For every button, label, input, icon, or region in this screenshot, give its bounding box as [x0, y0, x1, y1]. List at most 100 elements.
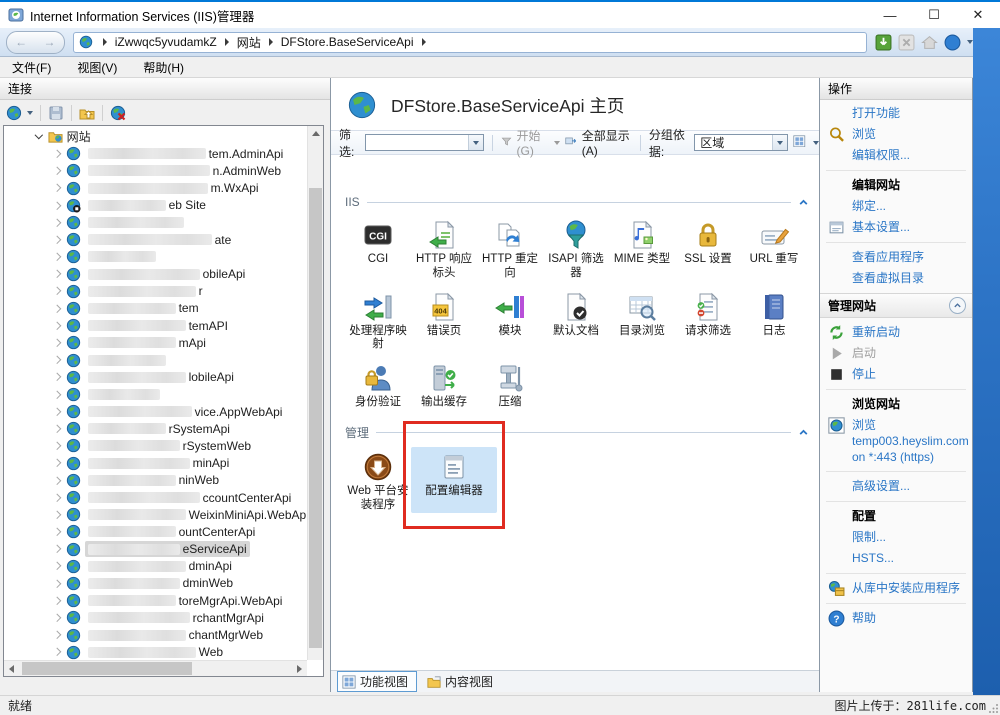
tree-item[interactable]: [4, 248, 307, 265]
group-by-select[interactable]: 区域: [694, 134, 788, 151]
view-dropdown-icon[interactable]: [813, 141, 819, 145]
collapsed-chevron-icon[interactable]: [53, 253, 61, 261]
feature-SSL 设置[interactable]: SSL 设置: [675, 219, 741, 281]
close-button[interactable]: ✕: [956, 2, 1000, 28]
collapsed-chevron-icon[interactable]: [53, 150, 61, 158]
tree-item[interactable]: WeixinMiniApi.WebApi: [4, 506, 307, 523]
tree-item[interactable]: [4, 386, 307, 403]
feature-输出缓存[interactable]: 输出缓存: [411, 362, 477, 410]
back-arrow-icon[interactable]: ←: [15, 35, 27, 49]
launch-green-icon[interactable]: [875, 34, 892, 51]
collapse-chevron-icon[interactable]: [949, 297, 966, 314]
tree-item[interactable]: minApi: [4, 455, 307, 472]
collapsed-chevron-icon[interactable]: [53, 184, 61, 192]
action-编辑权限...[interactable]: 编辑权限...: [820, 145, 972, 166]
scroll-thumb[interactable]: [22, 662, 192, 675]
collapsed-chevron-icon[interactable]: [53, 442, 61, 450]
scroll-left-arrow[interactable]: [4, 661, 19, 676]
feature-日志[interactable]: 日志: [741, 291, 807, 353]
back-forward-buttons[interactable]: ← →: [6, 31, 65, 54]
tree-item[interactable]: tem: [4, 300, 307, 317]
scroll-thumb[interactable]: [309, 188, 322, 648]
tree-item[interactable]: ninWeb: [4, 472, 307, 489]
tree-item[interactable]: [4, 351, 307, 368]
up-folder-icon[interactable]: [79, 105, 95, 121]
maximize-button[interactable]: ☐: [912, 2, 956, 28]
feature-Web 平台安装程序[interactable]: Web 平台安装程序: [345, 451, 411, 513]
tree-item[interactable]: mApi: [4, 334, 307, 351]
collapsed-chevron-icon[interactable]: [53, 511, 61, 519]
feature-MIME 类型[interactable]: MIME 类型: [609, 219, 675, 281]
collapsed-chevron-icon[interactable]: [53, 322, 61, 330]
action-停止[interactable]: 停止: [820, 364, 972, 385]
combo-arrow-icon[interactable]: [772, 135, 787, 150]
collapsed-chevron-icon[interactable]: [53, 219, 61, 227]
collapsed-chevron-icon[interactable]: [53, 580, 61, 588]
collapsed-chevron-icon[interactable]: [53, 305, 61, 313]
collapse-chevron-icon[interactable]: [798, 197, 809, 208]
action-重新启动[interactable]: 重新启动: [820, 322, 972, 343]
tree-item[interactable]: n.AdminWeb: [4, 162, 307, 179]
tree-item-sites-root[interactable]: 网站: [4, 128, 307, 145]
collapsed-chevron-icon[interactable]: [53, 631, 61, 639]
action-浏览[interactable]: 浏览: [820, 124, 972, 145]
collapsed-chevron-icon[interactable]: [53, 425, 61, 433]
breadcrumb-segment[interactable]: DFStore.BaseServiceApi: [281, 35, 414, 49]
collapsed-chevron-icon[interactable]: [53, 373, 61, 381]
collapsed-chevron-icon[interactable]: [53, 339, 61, 347]
breadcrumb-segment[interactable]: iZwwqc5yvudamkZ: [115, 35, 217, 49]
go-dropdown-icon[interactable]: [554, 141, 560, 145]
feature-HTTP 响应标头[interactable]: HTTP 响应标头: [411, 219, 477, 281]
minimize-button[interactable]: —: [868, 2, 912, 28]
collapsed-chevron-icon[interactable]: [53, 390, 61, 398]
menu-文件(F)[interactable]: 文件(F): [12, 59, 51, 76]
tree-item[interactable]: eb Site: [4, 197, 307, 214]
tree-item[interactable]: dminApi: [4, 558, 307, 575]
feature-请求筛选[interactable]: 请求筛选: [675, 291, 741, 353]
tree-item[interactable]: dminWeb: [4, 575, 307, 592]
tree-item[interactable]: [4, 214, 307, 231]
action-高级设置...[interactable]: 高级设置...: [820, 476, 972, 497]
tree-item[interactable]: lobileApi: [4, 369, 307, 386]
tree-item[interactable]: rSystemApi: [4, 420, 307, 437]
feature-CGI[interactable]: CGICGI: [345, 219, 411, 281]
action-基本设置...[interactable]: 基本设置...: [820, 217, 972, 238]
stop-disabled-icon[interactable]: [898, 34, 915, 51]
tree-item[interactable]: m.WxApi: [4, 180, 307, 197]
action-限制...[interactable]: 限制...: [820, 527, 972, 548]
collapsed-chevron-icon[interactable]: [53, 201, 61, 209]
collapsed-chevron-icon[interactable]: [53, 408, 61, 416]
collapsed-chevron-icon[interactable]: [53, 236, 61, 244]
tree-item[interactable]: chantMgrWeb: [4, 626, 307, 643]
home-disabled-icon[interactable]: [921, 34, 938, 51]
action-启动[interactable]: 启动: [820, 343, 972, 364]
scroll-right-arrow[interactable]: [292, 661, 307, 676]
section-header-管理网站[interactable]: 管理网站: [820, 293, 972, 318]
menu-视图(V)[interactable]: 视图(V): [77, 59, 117, 76]
tree-item[interactable]: vice.AppWebApi: [4, 403, 307, 420]
save-icon[interactable]: [48, 105, 64, 121]
tree-item[interactable]: tem.AdminApi: [4, 145, 307, 162]
action-查看应用程序[interactable]: 查看应用程序: [820, 247, 972, 268]
action-浏览 temp003.hey[interactable]: 浏览 temp003.heyslim.com on *:443 (https): [820, 415, 972, 467]
feature-ISAPI 筛选器[interactable]: ISAPI 筛选器: [543, 219, 609, 281]
scroll-up-arrow[interactable]: [308, 126, 323, 141]
collapsed-chevron-icon[interactable]: [53, 545, 61, 553]
filter-input[interactable]: [365, 134, 483, 151]
collapsed-chevron-icon[interactable]: [53, 597, 61, 605]
collapsed-chevron-icon[interactable]: [53, 270, 61, 278]
show-all-button[interactable]: 全部显示(A): [582, 127, 632, 158]
collapsed-chevron-icon[interactable]: [53, 356, 61, 364]
collapsed-chevron-icon[interactable]: [53, 614, 61, 622]
tree-item[interactable]: eServiceApi: [4, 541, 307, 558]
tree-vertical-scrollbar[interactable]: [307, 126, 323, 660]
collapsed-chevron-icon[interactable]: [53, 476, 61, 484]
action-从库中安装应用程序[interactable]: 从库中安装应用程序: [820, 578, 972, 599]
collapse-chevron-icon[interactable]: [798, 427, 809, 438]
action-绑定...[interactable]: 绑定...: [820, 196, 972, 217]
breadcrumb-segment[interactable]: 网站: [237, 34, 261, 51]
collapsed-chevron-icon[interactable]: [53, 562, 61, 570]
breadcrumb[interactable]: iZwwqc5yvudamkZ 网站 DFStore.BaseServiceApi: [73, 32, 867, 53]
expanded-chevron-icon[interactable]: [35, 131, 43, 139]
tree-item[interactable]: ountCenterApi: [4, 523, 307, 540]
